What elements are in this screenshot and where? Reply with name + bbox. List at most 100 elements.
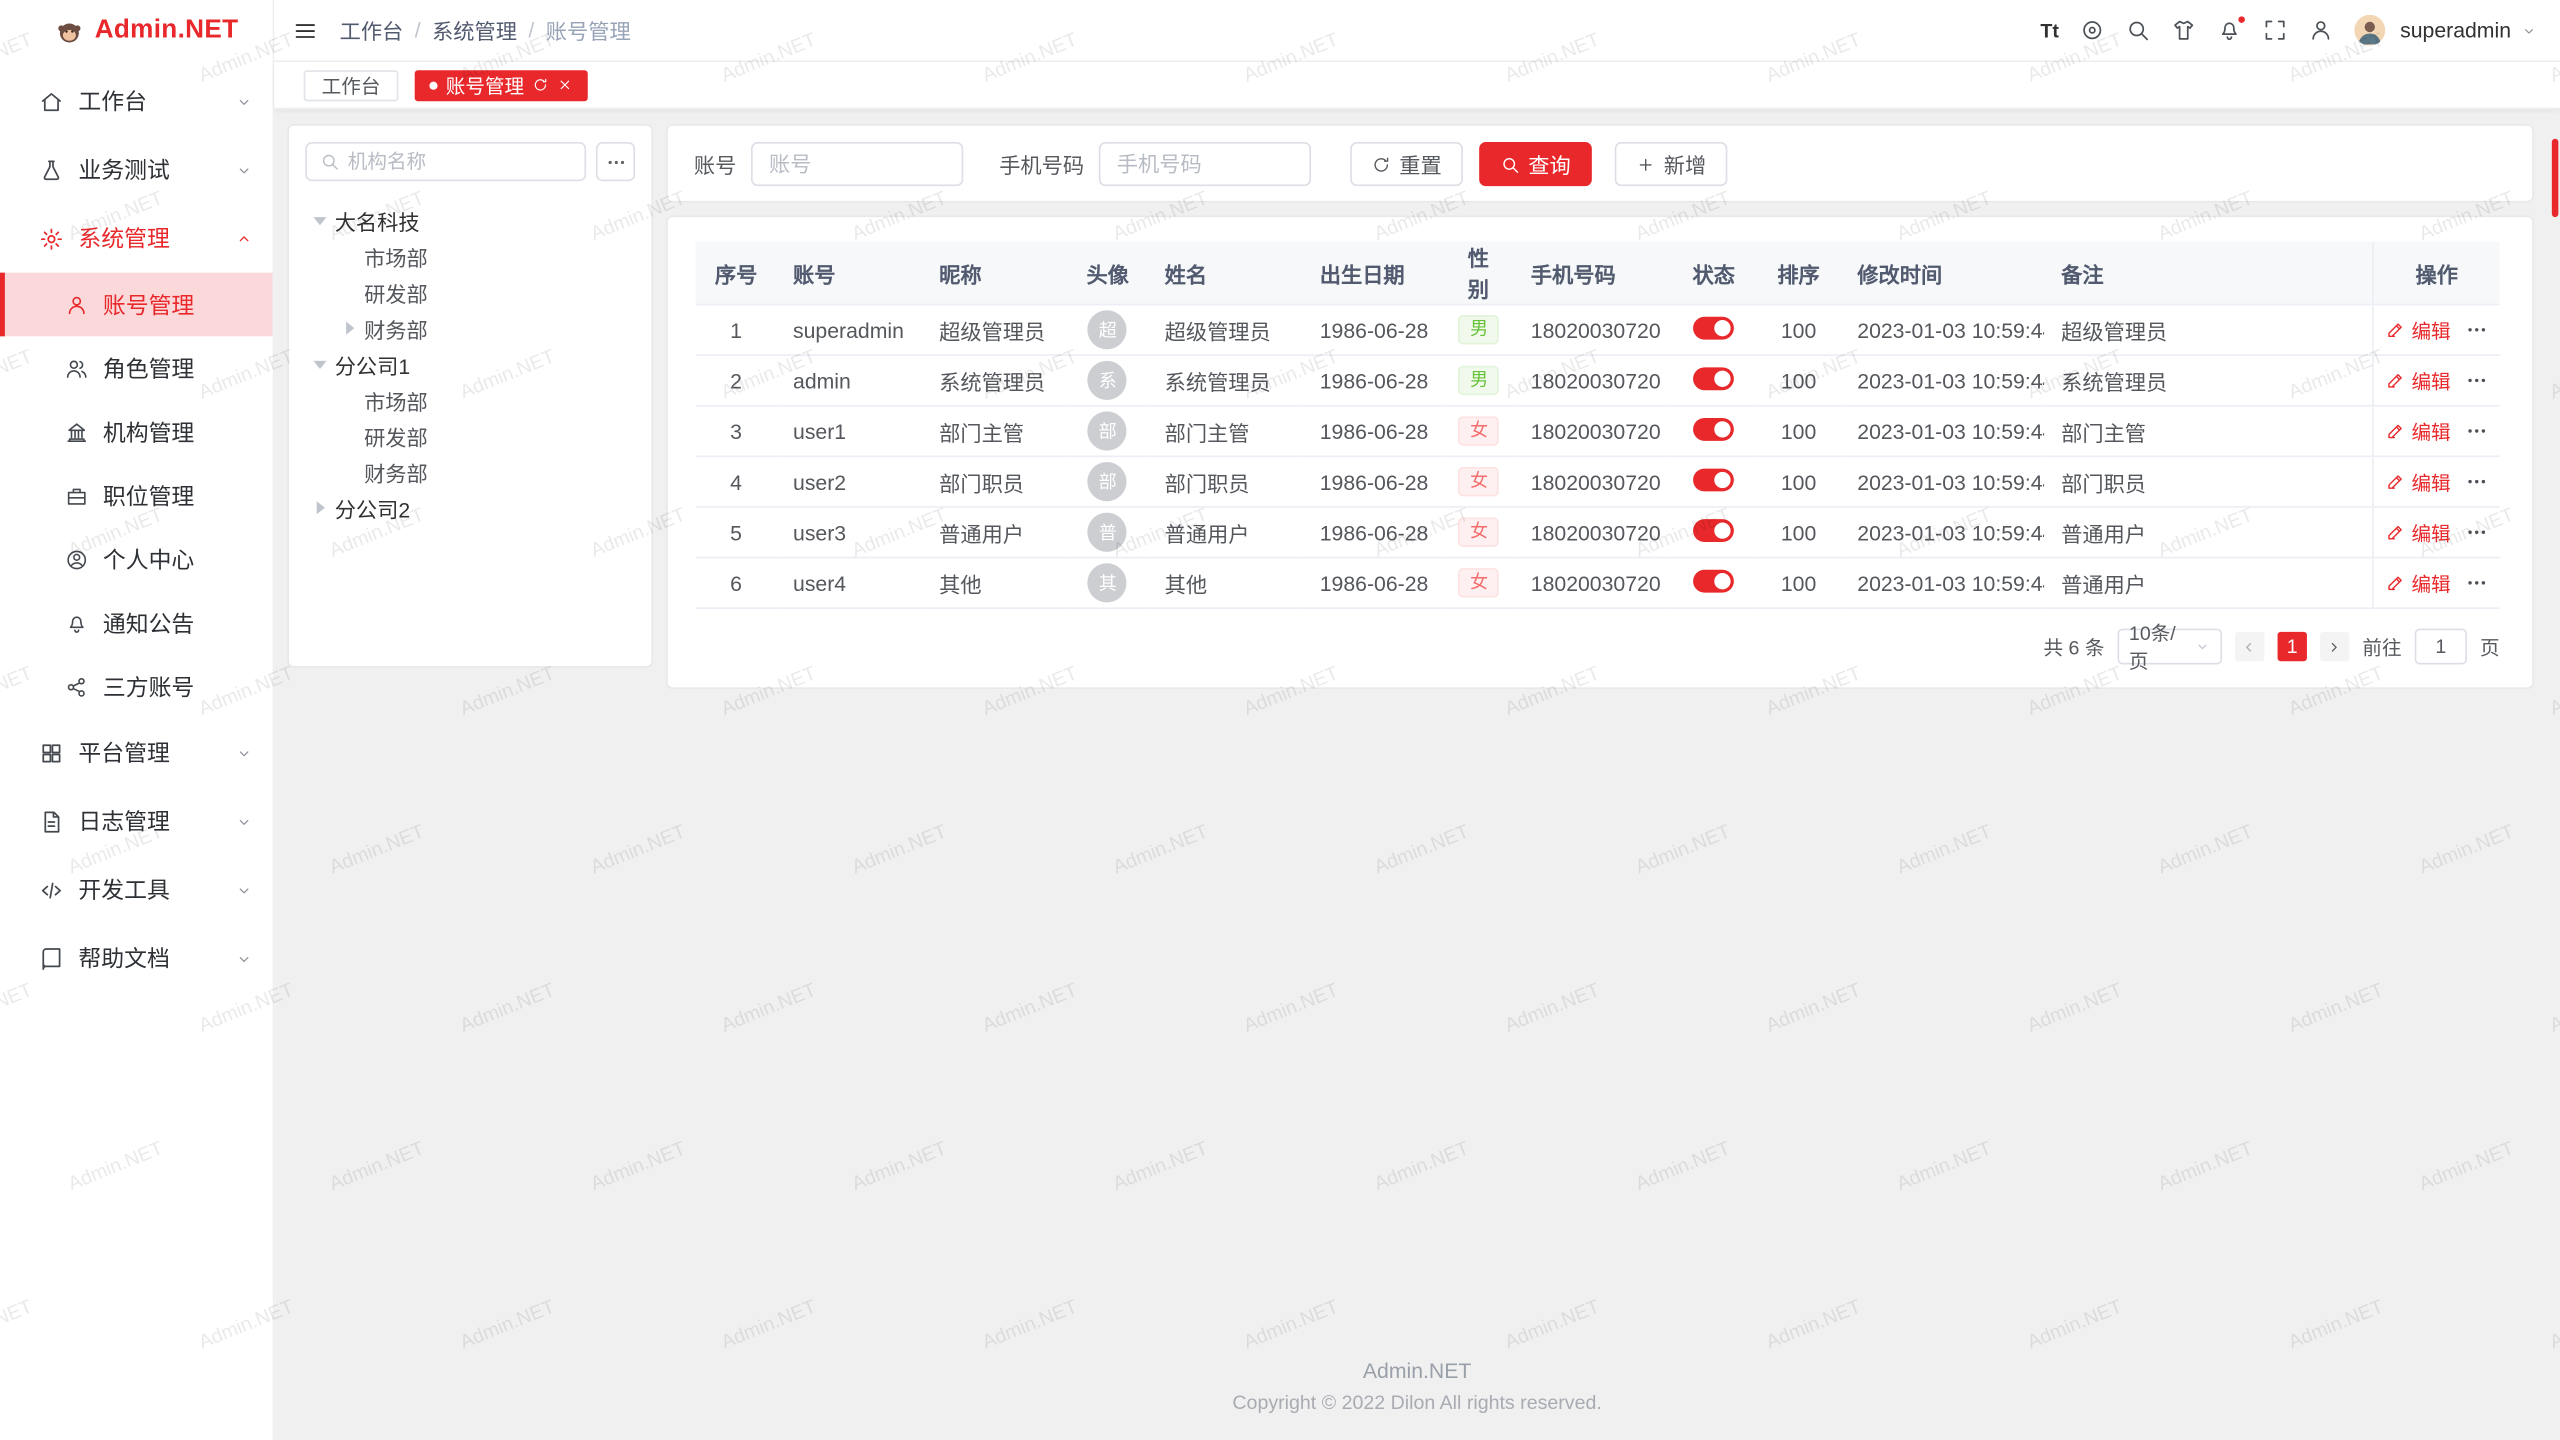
- main-panel: 账号 手机号码 重置 查询 新增 序号账号昵称头像姓名出生日期性别手机号码状态排…: [666, 124, 2534, 689]
- caret-down-icon[interactable]: [313, 216, 326, 224]
- edit-button[interactable]: 编辑: [2385, 569, 2450, 597]
- sidebar-item-third-party-account[interactable]: 三方账号: [0, 655, 273, 719]
- org-tree-node[interactable]: 研发部: [305, 418, 635, 454]
- sidebar-item-position-mgmt[interactable]: 职位管理: [0, 464, 273, 528]
- table-panel: 序号账号昵称头像姓名出生日期性别手机号码状态排序修改时间备注操作 1supera…: [666, 216, 2534, 689]
- gender-badge: 女: [1459, 568, 1500, 597]
- status-toggle[interactable]: [1693, 518, 1734, 541]
- goto-page-input[interactable]: [2415, 629, 2467, 665]
- sidebar-item-help-docs[interactable]: 帮助文档: [0, 924, 273, 993]
- edit-button[interactable]: 编辑: [2385, 367, 2450, 395]
- plus-icon: [1636, 151, 1656, 175]
- target-icon[interactable]: [2080, 18, 2104, 42]
- status-toggle[interactable]: [1693, 417, 1734, 440]
- more-actions-button[interactable]: [2465, 420, 2488, 443]
- status-toggle[interactable]: [1693, 569, 1734, 592]
- avatar: 部: [1088, 462, 1127, 501]
- caret-right-icon[interactable]: [317, 501, 325, 514]
- table-row: 5user3普通用户普普通用户1986-06-28女18020030720100…: [696, 507, 2500, 558]
- tab-account-mgmt[interactable]: 账号管理: [415, 69, 588, 100]
- more-actions-button[interactable]: [2465, 369, 2488, 392]
- edit-button[interactable]: 编辑: [2385, 316, 2450, 344]
- more-actions-button[interactable]: [2465, 470, 2488, 493]
- edit-button[interactable]: 编辑: [2385, 468, 2450, 496]
- edit-button[interactable]: 编辑: [2385, 417, 2450, 445]
- account-input[interactable]: [751, 141, 963, 185]
- prev-page-button[interactable]: [2235, 632, 2264, 661]
- status-toggle[interactable]: [1693, 468, 1734, 491]
- caret-down-icon[interactable]: [313, 360, 326, 368]
- org-tree-node[interactable]: 大名科技: [305, 202, 635, 238]
- next-page-button[interactable]: [2320, 632, 2349, 661]
- org-tree-node[interactable]: 市场部: [305, 382, 635, 418]
- font-size-icon[interactable]: Tt: [2040, 19, 2058, 42]
- page-size-select[interactable]: 10条/页: [2117, 629, 2221, 665]
- sidebar-item-org-mgmt[interactable]: 机构管理: [0, 400, 273, 464]
- sidebar-item-business-test[interactable]: 业务测试: [0, 136, 273, 205]
- bell-icon[interactable]: [2217, 18, 2241, 42]
- column-header: 姓名: [1148, 242, 1303, 305]
- sidebar-item-system-mgmt[interactable]: 系统管理: [0, 204, 273, 273]
- caret-right-icon[interactable]: [346, 322, 354, 335]
- avatar: 部: [1088, 411, 1127, 450]
- chevron-down-icon: [235, 881, 253, 899]
- scrollbar-thumb[interactable]: [2552, 139, 2559, 217]
- content: 大名科技市场部研发部财务部分公司1市场部研发部财务部分公司2 账号 手机号码 重…: [274, 109, 2560, 1342]
- sidebar-item-log-mgmt[interactable]: 日志管理: [0, 787, 273, 856]
- current-page[interactable]: 1: [2277, 632, 2306, 661]
- user-icon[interactable]: [2309, 18, 2333, 42]
- sidebar-item-role-mgmt[interactable]: 角色管理: [0, 336, 273, 400]
- theme-icon[interactable]: [2172, 18, 2196, 42]
- search-icon: [1500, 151, 1520, 175]
- search-icon[interactable]: [2126, 18, 2150, 42]
- status-toggle[interactable]: [1693, 367, 1734, 390]
- chevron-down-icon: [2194, 638, 2210, 654]
- column-header: 备注: [2045, 242, 2373, 305]
- gender-badge: 男: [1459, 315, 1500, 344]
- chevron-down-icon: [235, 161, 253, 179]
- sidebar: Admin.NET 工作台业务测试系统管理账号管理角色管理机构管理职位管理个人中…: [0, 0, 274, 1440]
- phone-input[interactable]: [1099, 141, 1311, 185]
- user-avatar[interactable]: [2354, 15, 2385, 46]
- sidebar-item-dev-tools[interactable]: 开发工具: [0, 856, 273, 925]
- breadcrumb-item[interactable]: 工作台: [340, 15, 404, 46]
- org-search-input[interactable]: [348, 150, 572, 173]
- breadcrumb-item[interactable]: 系统管理: [432, 15, 517, 46]
- sidebar-item-account-mgmt[interactable]: 账号管理: [0, 273, 273, 337]
- org-tree-node[interactable]: 市场部: [305, 238, 635, 274]
- sidebar-item-notice[interactable]: 通知公告: [0, 591, 273, 655]
- close-tab-icon[interactable]: [557, 77, 573, 93]
- org-tree-node[interactable]: 分公司2: [305, 490, 635, 526]
- add-button[interactable]: 新增: [1615, 141, 1728, 185]
- fullscreen-icon[interactable]: [2263, 18, 2287, 42]
- refresh-tab-icon[interactable]: [532, 77, 548, 93]
- sidebar-item-personal-center[interactable]: 个人中心: [0, 527, 273, 591]
- logo-icon: [56, 17, 84, 45]
- sidebar-item-workbench[interactable]: 工作台: [0, 67, 273, 136]
- menu-toggle-icon[interactable]: [292, 17, 318, 43]
- org-tree: 大名科技市场部研发部财务部分公司1市场部研发部财务部分公司2: [305, 202, 635, 525]
- reset-button[interactable]: 重置: [1350, 141, 1463, 185]
- table-row: 6user4其他其其他1986-06-28女180200307201002023…: [696, 558, 2500, 609]
- table-row: 4user2部门职员部部门职员1986-06-28女18020030720100…: [696, 456, 2500, 507]
- logo[interactable]: Admin.NET: [0, 0, 273, 62]
- status-toggle[interactable]: [1693, 316, 1734, 339]
- more-actions-button[interactable]: [2465, 571, 2488, 594]
- tree-more-button[interactable]: [596, 142, 635, 181]
- more-actions-button[interactable]: [2465, 521, 2488, 544]
- org-tree-node[interactable]: 财务部: [305, 310, 635, 346]
- chevron-down-icon[interactable]: [2521, 22, 2537, 38]
- table-body: 1superadmin超级管理员超超级管理员1986-06-28男1802003…: [696, 304, 2500, 608]
- org-tree-node[interactable]: 研发部: [305, 274, 635, 310]
- username[interactable]: superadmin: [2400, 18, 2511, 42]
- more-actions-button[interactable]: [2465, 318, 2488, 341]
- edit-button[interactable]: 编辑: [2385, 518, 2450, 546]
- topbar-actions: Tt superadmin: [2040, 15, 2537, 46]
- user-circle-icon: [65, 548, 88, 571]
- chevron-down-icon: [235, 744, 253, 762]
- org-tree-node[interactable]: 分公司1: [305, 346, 635, 382]
- org-tree-node[interactable]: 财务部: [305, 454, 635, 490]
- tab-workbench[interactable]: 工作台: [304, 69, 399, 100]
- search-button[interactable]: 查询: [1479, 141, 1592, 185]
- sidebar-item-platform-mgmt[interactable]: 平台管理: [0, 718, 273, 787]
